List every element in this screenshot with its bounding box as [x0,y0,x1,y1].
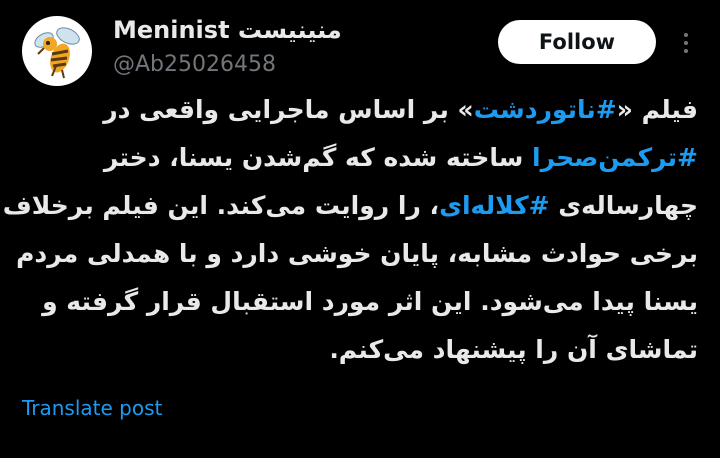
post-line: تماشای آن را پیشنهاد می‌کنم. [22,326,698,374]
post-text-segment: برخی حوادث مشابه، پایان خوشی دارد و با ه… [16,239,698,268]
post-line: برخی حوادث مشابه، پایان خوشی دارد و با ه… [16,230,698,278]
translate-post-link[interactable]: Translate post [22,396,162,420]
post-line: #ترکمن‌صحرا ساخته شده که گم‌شدن یسنا، دخ… [22,134,698,182]
more-dot [684,41,688,45]
more-options-icon[interactable] [676,28,696,58]
bee-icon [34,27,80,79]
more-dot [684,33,688,37]
hashtag-link[interactable]: #ترکمن‌صحرا [532,143,698,172]
post-text-segment: چهارساله‌ی [549,191,698,220]
more-dot [684,49,688,53]
post-line: چهارساله‌ی #کلاله‌ای، را روایت می‌کند. ا… [3,182,698,230]
user-handle[interactable]: @Ab25026458 [113,52,276,77]
hashtag-link[interactable]: #کلاله‌ای [439,191,550,220]
post-text-segment: فیلم « [616,95,698,124]
post-line: فیلم «#ناتوردشت» بر اساس ماجرایی واقعی د… [22,86,698,134]
post-text-segment: » بر اساس ماجرایی واقعی در [103,95,474,124]
post-text-segment: ساخته شده که گم‌شدن یسنا، دختر [103,143,533,172]
follow-button[interactable]: Follow [498,20,656,64]
post-text-segment: یسنا پیدا می‌شود. این اثر مورد استقبال ق… [42,287,698,316]
hashtag-link[interactable]: #ناتوردشت [474,95,617,124]
avatar[interactable] [22,16,92,86]
display-name[interactable]: Meninist منینیست [113,16,342,44]
post-line: یسنا پیدا می‌شود. این اثر مورد استقبال ق… [22,278,698,326]
post-text: فیلم «#ناتوردشت» بر اساس ماجرایی واقعی د… [3,86,698,374]
post-text-segment: تماشای آن را پیشنهاد می‌کنم. [329,335,698,364]
post-text-segment: ، را روایت می‌کند. این فیلم برخلاف [2,191,440,220]
